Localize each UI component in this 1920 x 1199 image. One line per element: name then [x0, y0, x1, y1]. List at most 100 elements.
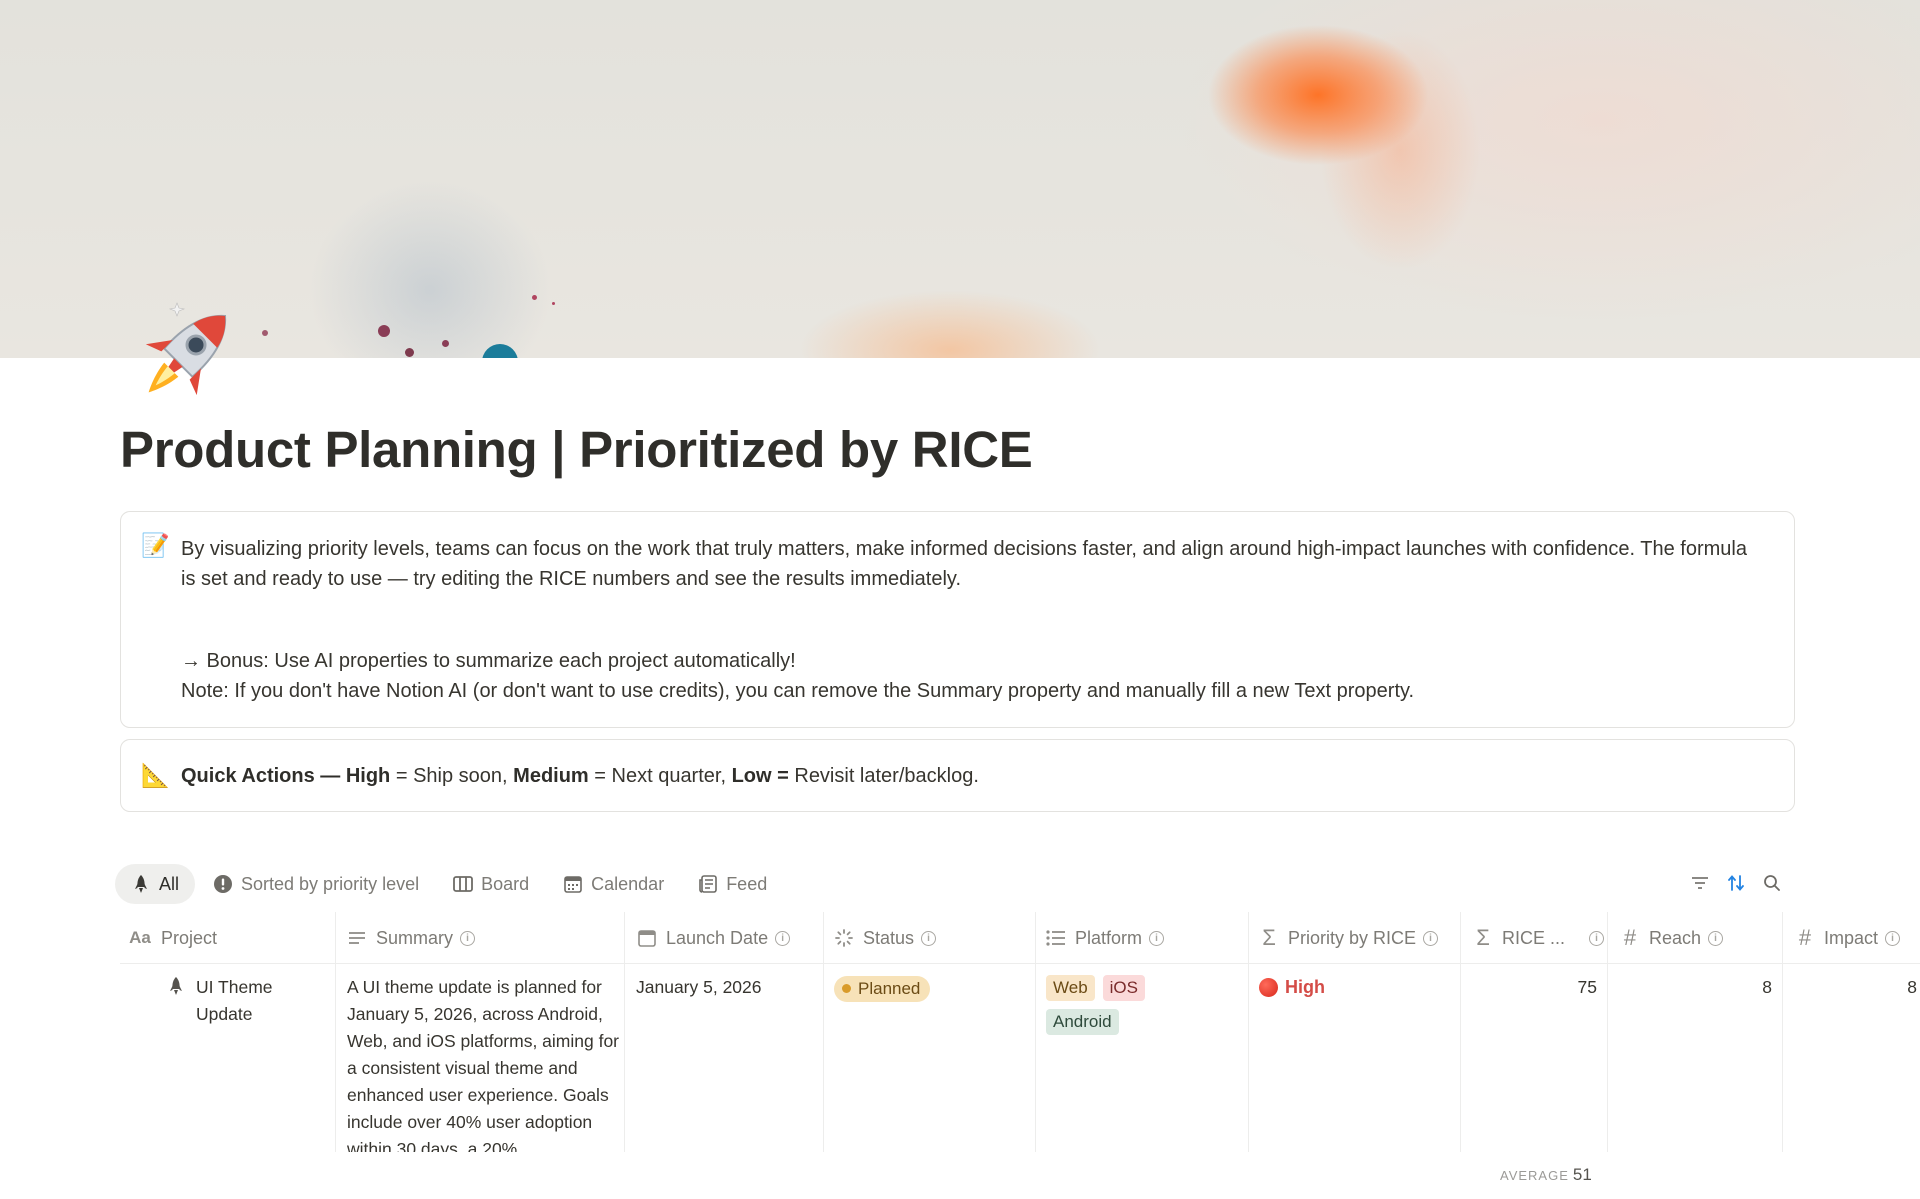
column-label: Summary [376, 927, 454, 948]
platform-tag: iOS [1102, 975, 1145, 1001]
formula-icon: Σ [1262, 925, 1276, 950]
status-label: Planned [858, 979, 921, 998]
cell-platform[interactable]: Web iOS Android [1046, 964, 1241, 1152]
cover-speck [482, 344, 518, 358]
info-icon[interactable]: i [1423, 930, 1439, 946]
red-circle-icon [1259, 978, 1278, 997]
title-icon: Aa [129, 928, 151, 947]
quick-actions-low: Low = [731, 765, 789, 787]
column-label: Launch Date [666, 927, 769, 948]
priority-badge: High [1259, 974, 1325, 1001]
column-label: Reach [1649, 927, 1702, 948]
calendar-icon [637, 928, 657, 948]
info-icon[interactable]: i [1149, 930, 1165, 946]
project-title-cont: Update [196, 1004, 253, 1024]
cover-speck [442, 340, 449, 347]
cell-rice-score[interactable]: 75 [1470, 964, 1597, 1152]
priority-label: High [1285, 977, 1325, 997]
status-icon [834, 928, 854, 948]
quick-actions-callout[interactable]: 📐 Quick Actions — High = Ship soon, Medi… [120, 739, 1795, 812]
cover-speck [262, 330, 268, 336]
info-icon[interactable]: i [460, 930, 476, 946]
tab-board[interactable]: Board [437, 864, 545, 904]
average-label: AVERAGE [1500, 1168, 1569, 1183]
cell-launch-date[interactable]: January 5, 2026 [636, 964, 816, 1152]
number-icon: # [1623, 925, 1637, 950]
calendar-icon [563, 874, 583, 894]
cover-speck [378, 325, 390, 337]
quick-actions-text: Quick Actions — High = Ship soon, Medium… [181, 761, 1764, 791]
feed-icon [698, 874, 718, 894]
board-icon [453, 874, 473, 894]
intro-callout[interactable]: 📝 By visualizing priority levels, teams … [120, 511, 1795, 728]
quick-actions-text-part: = Ship soon, [390, 765, 514, 787]
info-icon[interactable]: i [1589, 930, 1604, 946]
table-header: Aa Project Summary i Launch Date i Statu… [120, 912, 1920, 964]
average-value: 51 [1572, 1165, 1592, 1184]
info-icon[interactable]: i [921, 930, 937, 946]
platform-tag: Android [1046, 1009, 1119, 1035]
memo-icon: 📝 [141, 532, 170, 558]
note-line: Note: If you don't have Notion AI (or do… [181, 680, 1415, 702]
cell-project[interactable]: UI Theme Update [168, 964, 328, 1152]
search-icon[interactable] [1761, 872, 1783, 894]
cell-summary[interactable]: A UI theme update is planned for January… [347, 964, 619, 1152]
tab-label: Calendar [591, 873, 665, 894]
rice-average-footer[interactable]: AVERAGE 51 [1500, 1165, 1592, 1185]
quick-actions-medium: Medium [513, 765, 589, 787]
tab-label: All [159, 873, 180, 894]
formula-icon: Σ [1476, 925, 1490, 950]
platform-tag: Web [1046, 975, 1095, 1001]
column-header-reach[interactable]: # Reach i [1620, 912, 1792, 964]
status-badge: Planned [834, 975, 931, 1002]
quick-actions-text-part: Revisit later/backlog. [788, 765, 979, 787]
column-label: Status [863, 927, 915, 948]
tab-label: Board [481, 873, 530, 894]
callout-paragraph: By visualizing priority levels, teams ca… [181, 538, 1747, 590]
alert-icon [213, 874, 233, 894]
column-header-project[interactable]: Aa Project [128, 912, 333, 964]
filter-icon[interactable] [1689, 872, 1711, 894]
column-header-platform[interactable]: Platform i [1046, 912, 1251, 964]
project-title: UI Theme [196, 977, 273, 997]
cell-status[interactable]: Planned [834, 964, 1029, 1152]
column-header-impact[interactable]: # Impact i [1795, 912, 1920, 964]
bonus-line: → Bonus: Use AI properties to summarize … [181, 650, 796, 672]
column-label: Project [161, 927, 218, 948]
cell-impact[interactable]: 8 [1792, 964, 1917, 1152]
triangular-ruler-icon: 📐 [141, 762, 170, 788]
column-header-status[interactable]: Status i [834, 912, 1039, 964]
tab-sorted-by-priority-level[interactable]: Sorted by priority level [197, 864, 435, 904]
rocket-icon[interactable] [122, 295, 246, 419]
column-header-summary[interactable]: Summary i [347, 912, 627, 964]
view-tabs: All Sorted by priority level Board Calen… [115, 864, 785, 904]
rocket-icon [168, 976, 186, 998]
cover-image[interactable] [0, 0, 1920, 358]
quick-actions-text-part: = Next quarter, [588, 765, 732, 787]
tab-label: Sorted by priority level [241, 873, 420, 894]
info-icon[interactable]: i [775, 930, 791, 946]
tab-label: Feed [726, 873, 768, 894]
tab-calendar[interactable]: Calendar [547, 864, 680, 904]
table-row[interactable]: UI Theme Update A UI theme update is pla… [120, 964, 1920, 1152]
status-dot [842, 984, 851, 993]
cell-reach[interactable]: 8 [1617, 964, 1772, 1152]
page-title[interactable]: Product Planning | Prioritized by RICE [120, 420, 1033, 479]
info-icon[interactable]: i [1885, 930, 1901, 946]
view-toolbar [1689, 872, 1783, 894]
cover-speck [552, 302, 555, 305]
sort-icon[interactable] [1725, 872, 1747, 894]
cover-speck [532, 295, 537, 300]
tab-feed[interactable]: Feed [682, 864, 783, 904]
column-label: Impact [1824, 927, 1879, 948]
tab-all[interactable]: All [115, 864, 196, 904]
column-label: RICE ... [1502, 927, 1566, 948]
column-header-launch-date[interactable]: Launch Date i [637, 912, 832, 964]
text-icon [347, 928, 367, 948]
cell-priority[interactable]: High [1259, 964, 1454, 1152]
info-icon[interactable]: i [1708, 930, 1724, 946]
column-label: Platform [1075, 927, 1143, 948]
cover-speck [405, 348, 414, 357]
quick-actions-high: Quick Actions — High [181, 765, 391, 787]
column-header-priority-by-rice[interactable]: Σ Priority by RICE i [1259, 912, 1464, 964]
